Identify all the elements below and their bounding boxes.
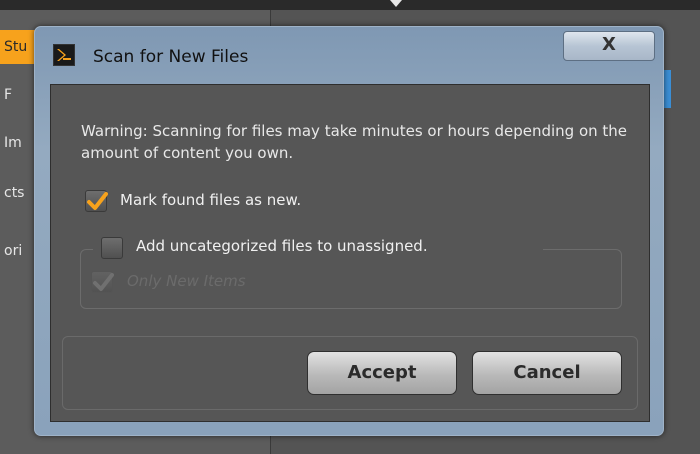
mark-new-label: Mark found files as new. (120, 191, 302, 209)
dialog-title: Scan for New Files (93, 47, 249, 67)
accept-button[interactable]: Accept (307, 351, 457, 395)
close-button[interactable]: X (563, 31, 655, 61)
only-new-label: Only New Items (127, 272, 246, 290)
checkmark-icon (87, 192, 108, 210)
checkmark-disabled-icon (93, 273, 114, 291)
warning-text: Warning: Scanning for files may take min… (81, 122, 628, 162)
add-uncategorized-label: Add uncategorized files to unassigned. (136, 237, 428, 255)
cancel-button[interactable]: Cancel (472, 351, 622, 395)
dropdown-arrow-icon[interactable] (390, 0, 402, 7)
button-area: Accept Cancel (62, 336, 638, 410)
only-new-checkbox (91, 271, 114, 293)
dialog-content: Warning: Scanning for files may take min… (50, 84, 650, 422)
add-uncategorized-checkbox[interactable] (101, 237, 123, 259)
mark-new-checkbox[interactable] (85, 190, 108, 212)
scan-dialog: Scan for New Files X Warning: Scanning f… (34, 26, 664, 436)
app-logo-icon (53, 44, 75, 66)
